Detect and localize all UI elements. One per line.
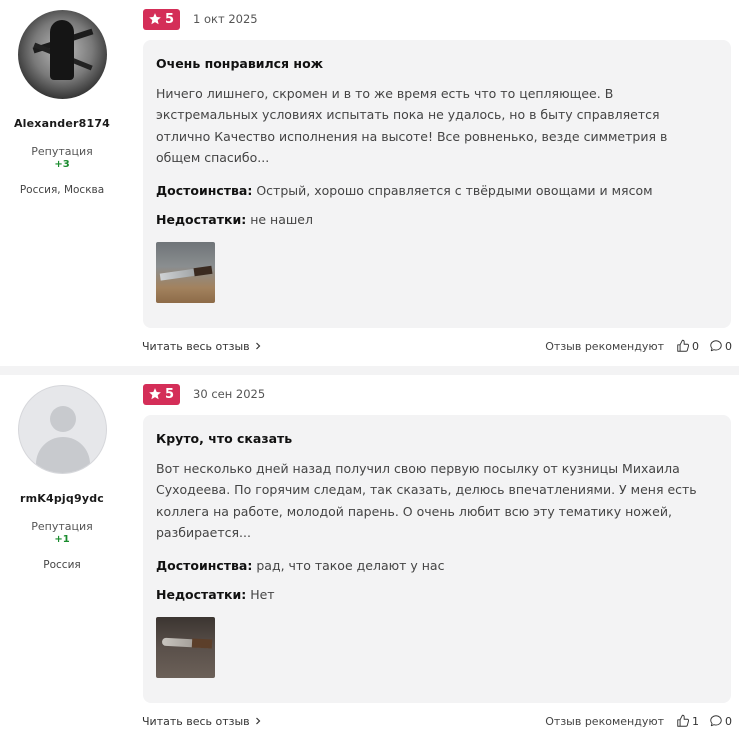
pros-label: Достоинства: [156,183,253,199]
review-photo[interactable] [156,242,215,304]
like-count: 1 [692,714,699,728]
avatar[interactable] [17,385,107,474]
review-date: 30 сен 2025 [193,387,266,401]
author-location: Россия, Москва [19,184,105,196]
review-author: Alexander8174 Репутация +3 Россия, Москв… [0,0,124,196]
rating-value: 5 [165,11,175,27]
thumbs-up-icon [677,339,690,352]
rating-badge: 5 [143,8,181,30]
rating-value: 5 [165,386,175,402]
review-title: Очень понравился нож [156,56,324,71]
review-photo[interactable] [156,617,215,679]
author-name[interactable]: rmK4pjq9ydc [0,492,124,505]
like-button[interactable]: 1 [676,714,699,728]
review-pros: Достоинства: рад, что такое делают у нас [156,558,718,573]
comment-button[interactable]: 0 [709,714,732,728]
pros-label: Достоинства: [156,558,253,574]
read-more-label: Читать весь отзыв [142,714,250,728]
read-more-link[interactable]: Читать весь отзыв [142,340,262,353]
avatar[interactable] [17,10,107,99]
reputation-label: Репутация [31,520,93,533]
review-pros: Достоинства: Острый, хорошо справляется … [156,183,718,198]
reputation-value: +3 [54,159,70,170]
comment-icon [710,715,722,727]
reputation-label: Репутация [31,145,93,158]
cons-text: Нет [250,587,275,603]
author-location: Россия [43,559,81,571]
pros-text: Острый, хорошо справляется с твёрдыми ов… [256,183,653,199]
thumbs-up-icon [677,714,690,727]
review-header: 5 30 сен 2025 [143,383,265,405]
review-cons: Недостатки: не нашел [156,212,718,227]
review-footer: Читать весь отзыв Отзыв рекомендуют 1 0 [142,712,732,730]
cons-label: Недостатки: [156,212,247,228]
read-more-label: Читать весь отзыв [142,339,250,353]
review-title: Круто, что сказать [156,431,293,446]
review-footer: Читать весь отзыв Отзыв рекомендуют 0 0 [142,337,732,355]
comment-count: 0 [725,714,732,728]
chevron-right-icon [255,342,261,350]
reputation-value: +1 [54,534,70,545]
review-item: rmK4pjq9ydc Репутация +1 Россия 5 30 сен… [0,375,739,736]
comment-count: 0 [725,339,732,353]
chevron-right-icon [255,717,261,725]
recommend-label: Отзыв рекомендуют [545,714,664,728]
cons-text: не нашел [250,212,313,228]
review-card: Круто, что сказать Вот несколько дней на… [143,415,731,703]
review-date: 1 окт 2025 [193,12,258,26]
review-header: 5 1 окт 2025 [143,8,258,30]
read-more-link[interactable]: Читать весь отзыв [142,715,262,728]
like-button[interactable]: 0 [676,339,699,353]
like-count: 0 [692,339,699,353]
review-text: Вот несколько дней назад получил свою пе… [156,461,697,540]
review-item: Alexander8174 Репутация +3 Россия, Москв… [0,0,739,366]
review-card: Очень понравился нож Ничего лишнего, скр… [143,40,731,328]
review-text: Ничего лишнего, скромен и в то же время … [156,86,668,165]
recommend-label: Отзыв рекомендуют [545,339,664,353]
comment-button[interactable]: 0 [709,339,732,353]
review-author: rmK4pjq9ydc Репутация +1 Россия [0,375,124,571]
cons-label: Недостатки: [156,587,247,603]
author-name[interactable]: Alexander8174 [0,117,124,130]
rating-badge: 5 [143,383,181,405]
review-cons: Недостатки: Нет [156,587,718,602]
comment-icon [710,340,722,352]
star-icon [149,13,161,25]
review-divider [0,366,739,375]
star-icon [149,388,161,400]
pros-text: рад, что такое делают у нас [256,558,445,574]
